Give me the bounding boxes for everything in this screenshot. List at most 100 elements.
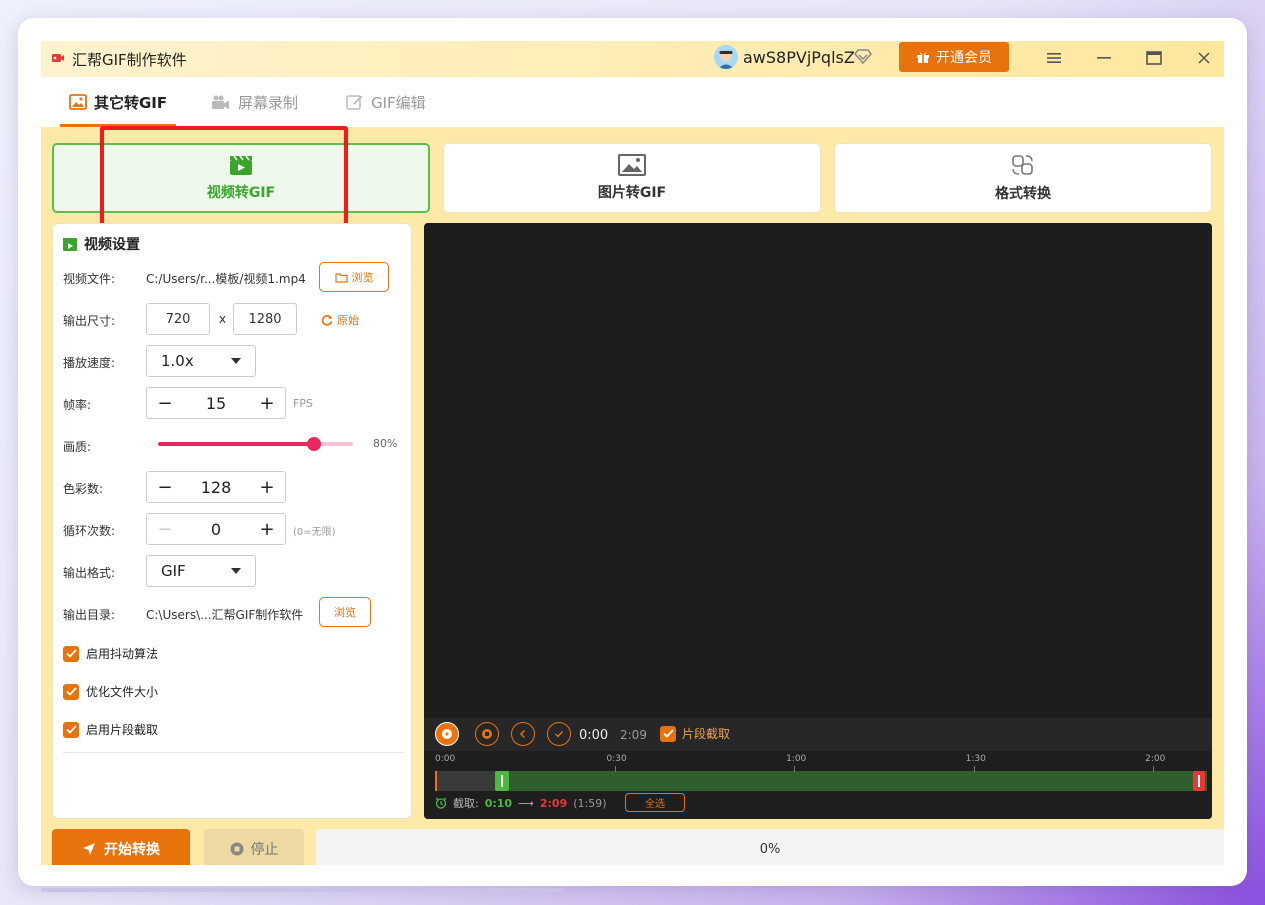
title-bar: 汇帮GIF制作软件 awS8PVjPqlsZ 开通会员 xyxy=(41,41,1224,77)
username: awS8PVjPqlsZ xyxy=(743,48,855,67)
check-icon xyxy=(65,649,77,658)
playhead[interactable] xyxy=(435,771,437,791)
close-button[interactable] xyxy=(1192,46,1216,70)
tab-label: 其它转GIF xyxy=(94,93,168,112)
video-preview[interactable]: 0:00 2:09 片段截取 截取: 0:10 ⟶ 2:09 (1:59) 全选… xyxy=(424,223,1212,819)
settings-header: 视频设置 xyxy=(63,234,140,254)
optimize-checkbox-row[interactable]: 优化文件大小 xyxy=(63,683,158,700)
start-label: 开始转换 xyxy=(104,842,160,858)
menu-button[interactable] xyxy=(1042,46,1066,70)
play-button[interactable] xyxy=(435,722,459,746)
mode-image-to-gif[interactable]: 图片转GIF xyxy=(443,143,821,213)
mode-format-convert[interactable]: 格式转换 xyxy=(834,143,1212,213)
dither-checkbox-row[interactable]: 启用抖动算法 xyxy=(63,645,158,662)
start-convert-button[interactable]: 开始转换 xyxy=(52,829,190,865)
open-vip-button[interactable]: 开通会员 xyxy=(899,42,1009,72)
chevron-down-icon xyxy=(231,568,241,574)
check-icon xyxy=(662,729,674,738)
video-settings-panel: 视频设置 视频文件: C:/Users/r...模板/视频1.mp4 浏览 输出… xyxy=(52,223,412,819)
increment-button[interactable]: + xyxy=(259,519,275,540)
confirm-button[interactable] xyxy=(547,722,571,746)
minimize-button[interactable] xyxy=(1092,46,1116,70)
scroll-indicator xyxy=(41,888,563,892)
increment-button[interactable]: + xyxy=(259,393,275,414)
clip-length: (1:59) xyxy=(573,796,607,810)
range-end-handle[interactable] xyxy=(1193,771,1205,791)
tab-label: GIF编辑 xyxy=(371,93,426,112)
optimize-checkbox[interactable] xyxy=(63,683,79,700)
segment-clip-label: 片段截取 xyxy=(682,727,731,741)
tab-other-to-gif[interactable]: 其它转GIF xyxy=(69,77,167,127)
tab-screen-record[interactable]: 屏幕录制 xyxy=(211,77,298,127)
tick-label: 1:00 xyxy=(786,754,807,764)
stop-label: 停止 xyxy=(250,842,279,858)
segment-checkbox[interactable] xyxy=(63,721,79,738)
output-dir-path: C:\Users\...汇帮GIF制作软件 xyxy=(146,608,304,622)
timeline[interactable]: 截取: 0:10 ⟶ 2:09 (1:59) 全选 0:00 0:30 1:00 1:… xyxy=(424,751,1212,819)
image-tab-icon xyxy=(69,94,87,110)
prev-frame-button[interactable] xyxy=(511,722,535,746)
stop-circle-icon xyxy=(482,729,492,739)
segment-clip-checkbox[interactable] xyxy=(660,725,676,742)
timeline-track[interactable] xyxy=(435,771,1207,791)
reset-label: 原始 xyxy=(337,314,359,327)
browse-label: 浏览 xyxy=(334,606,356,619)
loop-stepper[interactable]: − 0 + xyxy=(146,513,286,545)
chevron-left-icon xyxy=(520,730,525,738)
tick-label: 0:30 xyxy=(606,754,627,764)
speed-value: 1.0x xyxy=(161,352,194,370)
loop-value: 0 xyxy=(210,519,222,539)
video-file-path: C:/Users/r...模板/视频1.mp4 xyxy=(146,272,306,286)
video-file-label: 视频文件: xyxy=(63,272,116,286)
quality-slider-thumb[interactable] xyxy=(307,437,321,451)
tab-gif-edit[interactable]: GIF编辑 xyxy=(346,77,426,127)
avatar[interactable] xyxy=(714,45,738,69)
highlight-annotation-box xyxy=(100,126,348,228)
fps-stepper[interactable]: − 15 + xyxy=(146,387,286,419)
range-start-handle[interactable] xyxy=(494,771,509,791)
stop-button[interactable]: 停止 xyxy=(204,829,304,865)
reset-size-button[interactable]: 原始 xyxy=(321,312,359,328)
colors-label: 色彩数: xyxy=(63,482,104,496)
stop-playback-button[interactable] xyxy=(475,722,499,746)
play-icon xyxy=(442,729,452,739)
camera-tab-icon xyxy=(212,95,229,109)
check-icon xyxy=(65,725,77,734)
segment-checkbox-row[interactable]: 启用片段截取 xyxy=(63,721,158,738)
increment-button[interactable]: + xyxy=(259,477,275,498)
speed-label: 播放速度: xyxy=(63,356,116,370)
stop-icon xyxy=(230,842,243,856)
decrement-button[interactable]: − xyxy=(157,393,173,414)
quality-value: 80% xyxy=(373,437,398,450)
send-icon xyxy=(83,843,95,855)
total-time: 2:09 xyxy=(620,728,647,742)
output-dir-label: 输出目录: xyxy=(63,608,116,622)
quality-slider[interactable] xyxy=(158,437,353,451)
select-all-button[interactable]: 全选 xyxy=(625,793,685,812)
edit-tab-icon xyxy=(346,95,363,110)
tick-mark xyxy=(973,766,975,772)
dither-checkbox[interactable] xyxy=(63,645,79,662)
browse-outdir-button[interactable]: 浏览 xyxy=(319,597,371,627)
maximize-button[interactable] xyxy=(1142,46,1166,70)
tick-label: 1:30 xyxy=(965,754,986,764)
browse-label: 浏览 xyxy=(351,271,374,284)
decrement-button[interactable]: − xyxy=(157,519,173,540)
speed-select[interactable]: 1.0x xyxy=(146,345,256,377)
progress-text: 0% xyxy=(759,841,781,857)
current-time: 0:00 xyxy=(579,728,609,743)
decrement-button[interactable]: − xyxy=(157,477,173,498)
segment-clip-toggle[interactable]: 片段截取 xyxy=(660,725,730,742)
format-select[interactable]: GIF xyxy=(146,555,256,587)
fps-value: 15 xyxy=(205,393,227,413)
vip-diamond-icon[interactable] xyxy=(854,47,872,65)
selected-range xyxy=(494,771,1207,791)
app-window: 汇帮GIF制作软件 awS8PVjPqlsZ 开通会员 其它转GIF 屏幕录制 … xyxy=(41,41,1224,865)
alarm-clock-icon xyxy=(435,797,447,809)
browse-video-button[interactable]: 浏览 xyxy=(319,262,389,292)
maximize-icon xyxy=(1146,51,1162,65)
width-input[interactable]: 720 xyxy=(146,303,210,335)
hamburger-icon xyxy=(1047,53,1061,63)
colors-stepper[interactable]: − 128 + xyxy=(146,471,286,503)
height-input[interactable]: 1280 xyxy=(233,303,297,335)
